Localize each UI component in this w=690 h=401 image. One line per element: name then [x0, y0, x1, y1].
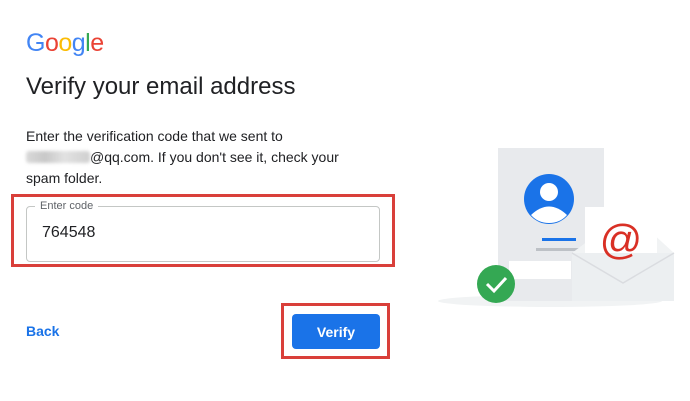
at-sign-icon: @ — [600, 216, 643, 263]
code-field-label: Enter code — [35, 199, 99, 213]
back-link[interactable]: Back — [26, 323, 59, 339]
logo-letter: g — [71, 29, 86, 57]
verification-page: Google Verify your email address Enter t… — [0, 0, 690, 401]
redacted-email-mask — [26, 151, 90, 163]
verify-button[interactable]: Verify — [292, 314, 380, 349]
instructions-line-1: Enter the verification code that we sent… — [26, 128, 283, 144]
logo-letter: e — [90, 29, 104, 57]
code-input[interactable] — [42, 221, 342, 245]
instructions-text: Enter the verification code that we sent… — [26, 126, 386, 189]
code-field[interactable]: Enter code — [26, 199, 380, 262]
avatar-icon — [524, 174, 574, 224]
card-white-strip — [509, 261, 571, 279]
check-circle-icon — [477, 265, 515, 303]
google-logo: Google — [26, 30, 104, 56]
instructions-email-line: @qq.com. If you don't see it, check your — [90, 149, 339, 165]
page-title: Verify your email address — [26, 73, 296, 100]
logo-letter: o — [44, 29, 59, 57]
instructions-line-3: spam folder. — [26, 170, 103, 186]
logo-letter: G — [26, 29, 45, 57]
email-verification-illustration: @ — [438, 148, 675, 307]
logo-letter: o — [58, 29, 72, 57]
